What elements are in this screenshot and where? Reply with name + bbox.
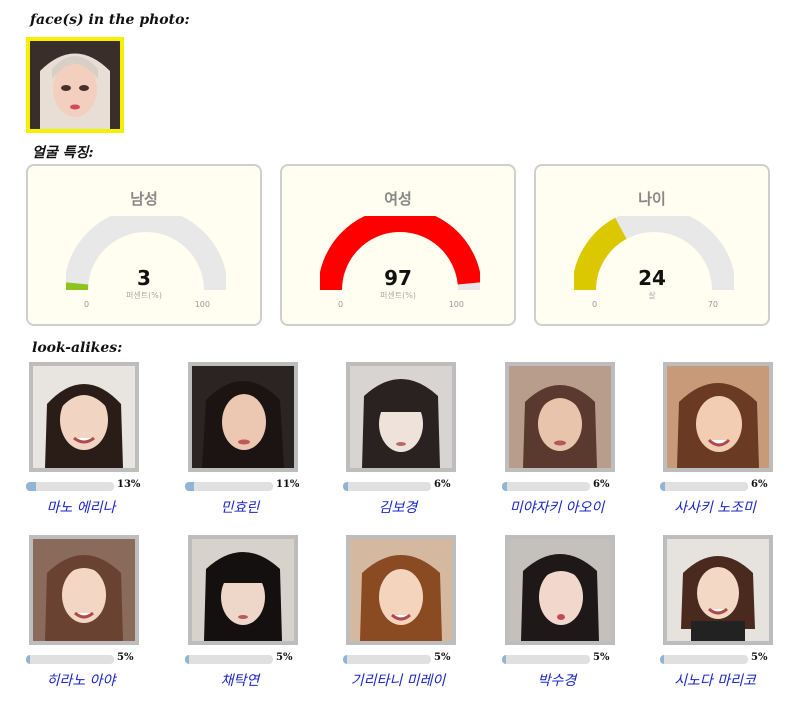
lookalike-photo[interactable] <box>505 362 615 472</box>
gauge-max: 100 <box>194 300 210 309</box>
gauge-title: 남성 <box>130 190 158 208</box>
features-heading: 얼굴 특징: <box>32 145 94 161</box>
gauge-min: 0 <box>592 300 598 309</box>
portrait-image <box>509 366 611 468</box>
similarity-bar <box>185 482 273 491</box>
similarity-bar <box>185 655 273 664</box>
detected-face-thumbnail[interactable] <box>26 37 124 133</box>
similarity-percent: 6% <box>751 479 768 490</box>
female-gauge-card: 여성 97 퍼센트(%) 0 100 <box>280 164 516 326</box>
lookalike-name-link[interactable]: 사사키 노조미 <box>640 497 790 517</box>
lookalike-card[interactable]: 6% 사사키 노조미 <box>660 362 800 522</box>
gauge-unit: 퍼센트(%) <box>380 291 416 300</box>
portrait-image <box>33 539 135 641</box>
similarity-percent: 5% <box>593 652 610 663</box>
lookalikes-heading: look-alikes: <box>32 340 123 356</box>
gauge-value: 3 <box>137 266 151 290</box>
similarity-percent: 5% <box>117 652 134 663</box>
similarity-bar <box>26 482 114 491</box>
lookalike-name-link[interactable]: 기리타니 미레이 <box>323 670 473 690</box>
similarity-bar-fill <box>26 482 37 491</box>
lookalike-name-link[interactable]: 민효린 <box>165 497 315 517</box>
lookalike-card[interactable]: 5% 히라노 아야 <box>26 535 176 695</box>
lookalike-photo[interactable] <box>346 362 456 472</box>
portrait-image <box>350 366 452 468</box>
gauge-min: 0 <box>338 300 344 309</box>
gauge-value: 97 <box>384 266 412 290</box>
gauge-min: 0 <box>84 300 90 309</box>
lookalike-card[interactable]: 13% 마노 에리나 <box>26 362 176 522</box>
similarity-percent: 5% <box>276 652 293 663</box>
lookalike-name-link[interactable]: 미야자키 아오이 <box>482 497 632 517</box>
faces-heading: face(s) in the photo: <box>30 12 190 28</box>
similarity-percent: 11% <box>276 479 300 490</box>
portrait-image <box>667 366 769 468</box>
lookalike-photo[interactable] <box>346 535 456 645</box>
lookalike-name-link[interactable]: 채탁연 <box>165 670 315 690</box>
portrait-image <box>33 366 135 468</box>
lookalike-name-link[interactable]: 김보경 <box>323 497 473 517</box>
portrait-image <box>509 539 611 641</box>
gauge-title: 나이 <box>638 190 666 208</box>
lookalike-photo[interactable] <box>188 362 298 472</box>
lookalike-card[interactable]: 11% 민효린 <box>185 362 335 522</box>
similarity-percent: 6% <box>593 479 610 490</box>
lookalike-card[interactable]: 5% 박수경 <box>502 535 652 695</box>
lookalike-photo[interactable] <box>663 535 773 645</box>
lookalike-name-link[interactable]: 마노 에리나 <box>6 497 156 517</box>
portrait-image <box>667 539 769 641</box>
lookalike-photo[interactable] <box>505 535 615 645</box>
gauge-unit: 살 <box>648 291 656 300</box>
face-portrait-image <box>30 41 120 129</box>
gauge-max: 100 <box>448 300 464 309</box>
similarity-bar-fill <box>502 482 507 491</box>
gauge-value: 24 <box>638 266 666 290</box>
portrait-image <box>192 366 294 468</box>
lookalike-photo[interactable] <box>663 362 773 472</box>
similarity-bar <box>660 482 748 491</box>
similarity-bar <box>660 655 748 664</box>
lookalike-name-link[interactable]: 히라노 아야 <box>6 670 156 690</box>
portrait-image <box>192 539 294 641</box>
similarity-bar-fill <box>502 655 507 664</box>
similarity-percent: 13% <box>117 479 141 490</box>
lookalike-name-link[interactable]: 시노다 마리코 <box>640 670 790 690</box>
similarity-bar-fill <box>185 655 190 664</box>
lookalike-name-link[interactable]: 박수경 <box>482 670 632 690</box>
similarity-bar <box>502 482 590 491</box>
age-gauge-card: 나이 24 살 0 70 <box>534 164 770 326</box>
lookalike-photo[interactable] <box>29 362 139 472</box>
gauge-unit: 퍼센트(%) <box>126 291 162 300</box>
similarity-bar <box>343 482 431 491</box>
portrait-image <box>350 539 452 641</box>
similarity-percent: 6% <box>434 479 451 490</box>
lookalike-card[interactable]: 6% 김보경 <box>343 362 493 522</box>
lookalike-photo[interactable] <box>29 535 139 645</box>
similarity-bar <box>502 655 590 664</box>
similarity-percent: 5% <box>751 652 768 663</box>
similarity-bar-fill <box>660 482 665 491</box>
similarity-bar-fill <box>26 655 31 664</box>
lookalike-card[interactable]: 6% 미야자키 아오이 <box>502 362 652 522</box>
similarity-bar-fill <box>343 482 348 491</box>
similarity-bar <box>26 655 114 664</box>
lookalike-card[interactable]: 5% 채탁연 <box>185 535 335 695</box>
similarity-bar-fill <box>660 655 665 664</box>
similarity-bar <box>343 655 431 664</box>
gauge-title: 여성 <box>384 190 412 208</box>
similarity-bar-fill <box>185 482 194 491</box>
similarity-bar-fill <box>343 655 348 664</box>
similarity-percent: 5% <box>434 652 451 663</box>
male-gauge-card: 남성 3 퍼센트(%) 0 100 <box>26 164 262 326</box>
lookalike-card[interactable]: 5% 기리타니 미레이 <box>343 535 493 695</box>
gauge-max: 70 <box>707 300 718 309</box>
lookalike-card[interactable]: 5% 시노다 마리코 <box>660 535 800 695</box>
lookalike-photo[interactable] <box>188 535 298 645</box>
